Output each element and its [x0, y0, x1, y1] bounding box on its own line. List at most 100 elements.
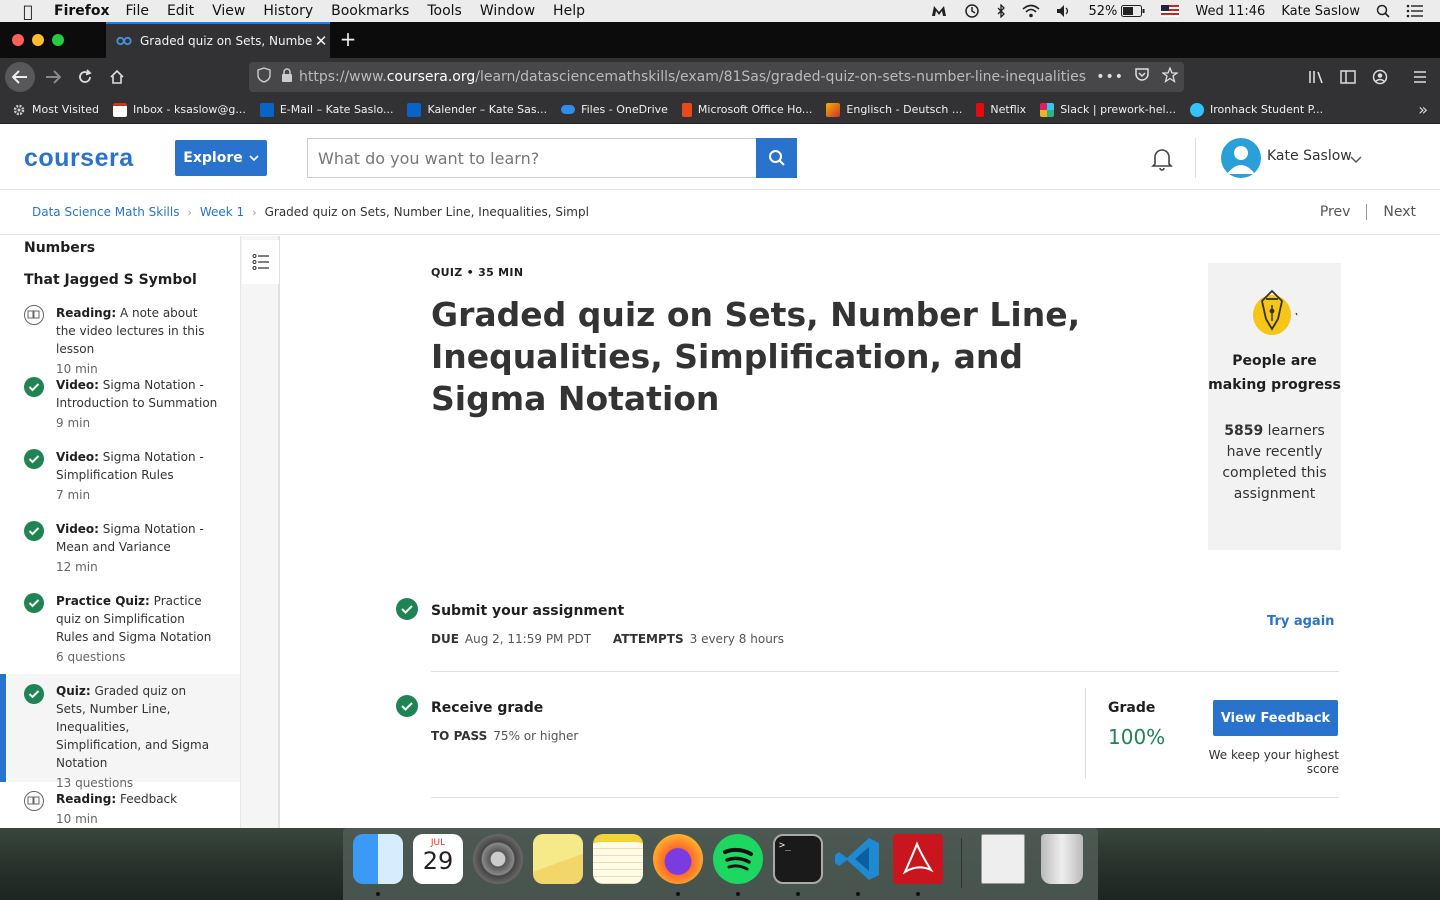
sidebar-section-title[interactable]: Numbers [24, 240, 95, 256]
sidebar-item-graded-quiz[interactable]: Quiz: Graded quiz on Sets, Number Line, … [0, 674, 240, 790]
bluetooth-icon[interactable] [996, 4, 1006, 18]
sidebar-toggle-icon[interactable] [1333, 62, 1363, 92]
notification-center-icon[interactable] [1406, 4, 1424, 18]
spotlight-icon[interactable] [1376, 4, 1390, 18]
wifi-icon[interactable] [1022, 4, 1040, 18]
url-text: https://www.coursera.org/learn/datascien… [299, 69, 1086, 85]
sidebar-item-video-intro[interactable]: Video: Sigma Notation - Introduction to … [0, 374, 240, 434]
menu-tools[interactable]: Tools [427, 3, 462, 19]
forward-button[interactable] [38, 62, 68, 92]
bookmark-outlook-mail[interactable]: E-Mail – Kate Saslo... [259, 102, 393, 117]
macos-menu-bar:  Firefox File Edit View History Bookmar… [0, 0, 1440, 22]
vscode-icon[interactable] [833, 834, 883, 884]
account-icon[interactable] [1365, 62, 1395, 92]
quiz-main-content: QUIZ • 35 MIN Graded quiz on Sets, Numbe… [281, 236, 1440, 828]
trash-icon[interactable] [1041, 834, 1083, 884]
explore-button[interactable]: Explore [175, 140, 267, 176]
bookmark-slack[interactable]: Slack | prework-hel... [1040, 102, 1176, 117]
page-actions-icon[interactable]: ••• [1096, 69, 1124, 85]
header-username[interactable]: Kate Saslow [1267, 148, 1352, 164]
progress-card-count: 5859 [1224, 423, 1264, 439]
downloads-stack-icon[interactable] [981, 834, 1025, 884]
prev-link[interactable]: Prev [1320, 204, 1351, 220]
menu-app-name[interactable]: Firefox [54, 3, 110, 19]
lock-icon[interactable] [281, 68, 293, 86]
course-sidebar: Numbers That Jagged S Symbol Reading: A … [0, 236, 240, 828]
apple-icon[interactable]:  [18, 2, 38, 21]
outline-toggle-button[interactable] [242, 240, 279, 284]
pocket-icon[interactable] [1134, 68, 1150, 86]
minimize-window-button[interactable] [32, 34, 44, 46]
breadcrumb-week-link[interactable]: Week 1 [200, 205, 244, 219]
next-link[interactable]: Next [1383, 204, 1416, 220]
finder-icon[interactable] [353, 834, 403, 884]
library-icon[interactable] [1302, 62, 1332, 92]
bookmark-star-icon[interactable] [1161, 66, 1179, 87]
bookmark-most-visited[interactable]: Most Visited [12, 103, 99, 117]
bookmark-netflix[interactable]: Netflix [976, 102, 1026, 117]
running-indicator [676, 892, 680, 896]
try-again-link[interactable]: Try again [1267, 614, 1334, 629]
nav-divider [1366, 204, 1368, 220]
battery-status[interactable]: 52% [1088, 4, 1145, 19]
calendar-icon[interactable]: JUL 29 [413, 834, 463, 884]
firefox-icon[interactable] [653, 834, 703, 884]
sidebar-lesson-title[interactable]: That Jagged S Symbol [24, 272, 197, 288]
view-feedback-button[interactable]: View Feedback [1213, 700, 1338, 736]
url-bar[interactable]: https://www.coursera.org/learn/datascien… [249, 62, 1184, 92]
chevron-down-icon[interactable] [1350, 149, 1362, 168]
menu-history[interactable]: History [263, 3, 313, 19]
receive-grade-title: Receive grade [431, 700, 544, 716]
bookmark-dictionary[interactable]: Englisch - Deutsch ... [826, 102, 962, 117]
menu-help[interactable]: Help [553, 3, 585, 19]
time-machine-icon[interactable] [964, 3, 980, 19]
avatar[interactable] [1221, 138, 1261, 178]
hamburger-menu-icon[interactable] [1405, 62, 1435, 92]
menu-edit[interactable]: Edit [167, 3, 194, 19]
sidebar-item-video-rules[interactable]: Video: Sigma Notation - Simplification R… [0, 446, 240, 506]
menu-bookmarks[interactable]: Bookmarks [331, 3, 409, 19]
search-button[interactable] [756, 138, 797, 178]
menu-view[interactable]: View [212, 3, 245, 19]
close-tab-icon[interactable]: ✕ [312, 32, 330, 50]
tracking-protection-icon[interactable] [257, 67, 271, 87]
new-tab-button[interactable]: + [338, 28, 358, 50]
clock[interactable]: Wed 11:46 [1195, 4, 1265, 19]
menu-file[interactable]: File [126, 3, 149, 19]
home-button[interactable] [102, 62, 132, 92]
bookmark-office[interactable]: Microsoft Office Ho... [681, 102, 812, 117]
bookmarks-overflow-icon[interactable]: » [1418, 100, 1428, 119]
bookmark-outlook-calendar[interactable]: Kalender – Kate Sas... [407, 102, 547, 117]
us-flag-icon[interactable] [1161, 5, 1180, 17]
browser-tab[interactable]: Graded quiz on Sets, Number L ✕ [106, 22, 330, 58]
reload-button[interactable] [70, 62, 100, 92]
reading-book-icon [24, 305, 44, 325]
coursera-logo[interactable]: coursera [24, 144, 134, 173]
search-icon [768, 150, 785, 166]
acrobat-icon[interactable] [893, 834, 943, 884]
system-preferences-icon[interactable] [473, 834, 523, 884]
breadcrumb-course-link[interactable]: Data Science Math Skills [32, 205, 179, 219]
bookmark-onedrive[interactable]: Files - OneDrive [561, 103, 668, 116]
stickies-icon[interactable] [533, 834, 583, 884]
sidebar-item-practice-quiz[interactable]: Practice Quiz: Practice quiz on Simplifi… [0, 590, 240, 668]
volume-icon[interactable] [1056, 4, 1072, 18]
bookmark-ironhack[interactable]: Ironhack Student P... [1190, 102, 1323, 117]
search-input[interactable] [308, 139, 758, 177]
notes-icon[interactable] [593, 834, 643, 884]
sidebar-item-reading-feedback[interactable]: Reading: Feedback 10 min [0, 788, 240, 828]
menu-user[interactable]: Kate Saslow [1281, 4, 1360, 19]
zoom-window-button[interactable] [52, 34, 64, 46]
sidebar-item-reading-note[interactable]: Reading: A note about the video lectures… [0, 302, 240, 376]
spotify-icon[interactable] [713, 834, 763, 884]
terminal-icon[interactable]: >_ [773, 834, 823, 884]
bookmark-gmail[interactable]: Inbox - ksaslow@g... [112, 102, 246, 117]
notifications-bell-icon[interactable] [1150, 146, 1174, 176]
sidebar-item-video-mean[interactable]: Video: Sigma Notation - Mean and Varianc… [0, 518, 240, 578]
back-button[interactable] [5, 62, 35, 92]
menu-window[interactable]: Window [480, 3, 535, 19]
close-window-button[interactable] [12, 34, 24, 46]
chevron-right-icon: › [252, 205, 257, 219]
malwarebytes-icon[interactable] [930, 4, 948, 18]
progress-card: People are making progress 5859 learners… [1208, 263, 1341, 550]
